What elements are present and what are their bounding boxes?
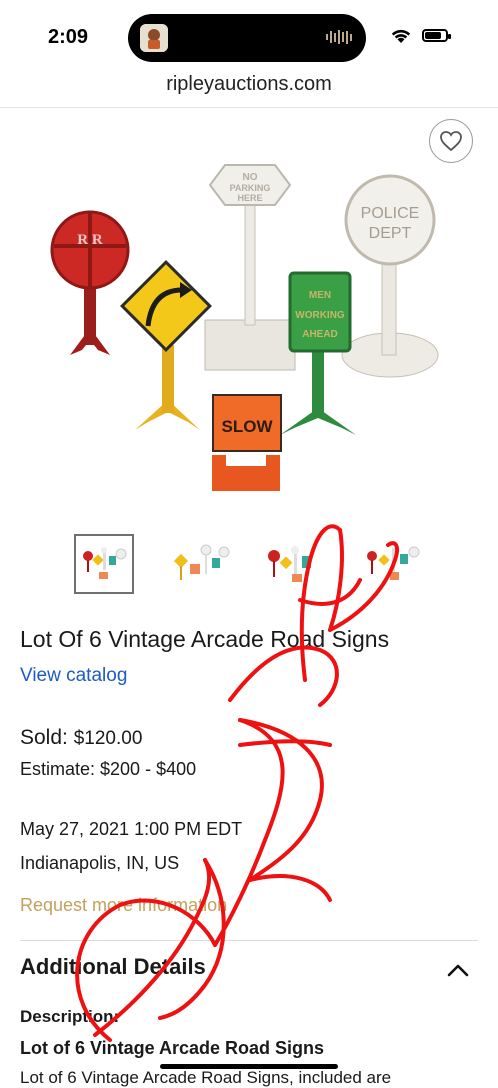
svg-text:AHEAD: AHEAD bbox=[302, 329, 338, 340]
thumbnail-strip bbox=[0, 534, 498, 596]
svg-text:POLICE: POLICE bbox=[361, 205, 420, 222]
svg-text:R R: R R bbox=[77, 232, 103, 248]
thumbnail-1[interactable] bbox=[74, 534, 134, 594]
description-label: Description: bbox=[20, 1007, 120, 1026]
svg-text:PARKING: PARKING bbox=[230, 183, 271, 193]
home-indicator[interactable] bbox=[160, 1064, 338, 1069]
clock: 2:09 bbox=[48, 26, 89, 48]
battery-level bbox=[425, 32, 441, 39]
svg-text:WORKING: WORKING bbox=[295, 310, 345, 321]
sold-price: Sold: $120.00 bbox=[20, 726, 142, 750]
thumbnail-3[interactable] bbox=[266, 534, 326, 594]
wifi-icon bbox=[391, 29, 411, 43]
no-parking-sign-figure: NO PARKING HERE bbox=[204, 164, 296, 371]
slow-sign-figure: SLOW bbox=[212, 394, 282, 491]
svg-text:MEN: MEN bbox=[309, 290, 331, 301]
sold-value: $120.00 bbox=[73, 728, 143, 749]
police-dept-sign-figure: POLICE DEPT bbox=[341, 174, 439, 378]
audio-waveform-icon bbox=[326, 30, 352, 44]
auction-location: Indianapolis, IN, US bbox=[20, 853, 180, 873]
sold-label: Sold: bbox=[20, 726, 68, 749]
view-catalog-link[interactable]: View catalog bbox=[20, 665, 127, 687]
thumbnail-4[interactable] bbox=[362, 534, 422, 594]
estimate: Estimate: $200 - $400 bbox=[20, 759, 197, 779]
auction-date: May 27, 2021 1:00 PM EDT bbox=[20, 819, 243, 839]
lot-title: Lot Of 6 Vintage Arcade Road Signs bbox=[20, 626, 390, 652]
svg-text:DEPT: DEPT bbox=[369, 225, 412, 242]
curve-sign-figure bbox=[120, 260, 212, 430]
svg-text:SLOW: SLOW bbox=[222, 417, 274, 436]
heart-icon bbox=[440, 131, 462, 152]
svg-text:HERE: HERE bbox=[237, 193, 262, 203]
now-playing-app-icon bbox=[140, 24, 168, 52]
address-bar[interactable]: ripleyauctions.com bbox=[0, 73, 498, 96]
request-info-link[interactable]: Request more information bbox=[20, 895, 227, 916]
additional-details-header[interactable]: Additional Details bbox=[20, 954, 206, 980]
favorite-button[interactable] bbox=[429, 119, 473, 163]
section-divider bbox=[20, 940, 478, 941]
description-text: Lot of 6 Vintage Arcade Road Signs, incl… bbox=[20, 1068, 392, 1087]
toolbar-divider bbox=[0, 107, 498, 108]
battery-icon bbox=[422, 29, 451, 42]
thumbnail-2[interactable] bbox=[170, 534, 230, 594]
railroad-sign-figure: R R bbox=[50, 210, 130, 355]
description-heading: Lot of 6 Vintage Arcade Road Signs bbox=[20, 1038, 325, 1058]
svg-text:NO: NO bbox=[243, 172, 258, 183]
product-image[interactable]: NO PARKING HERE POLICE DEPT R R MEN WORK… bbox=[40, 150, 460, 500]
status-bar: 2:09 bbox=[0, 0, 498, 72]
dynamic-island[interactable] bbox=[128, 14, 366, 62]
chevron-up-icon[interactable] bbox=[446, 962, 470, 978]
